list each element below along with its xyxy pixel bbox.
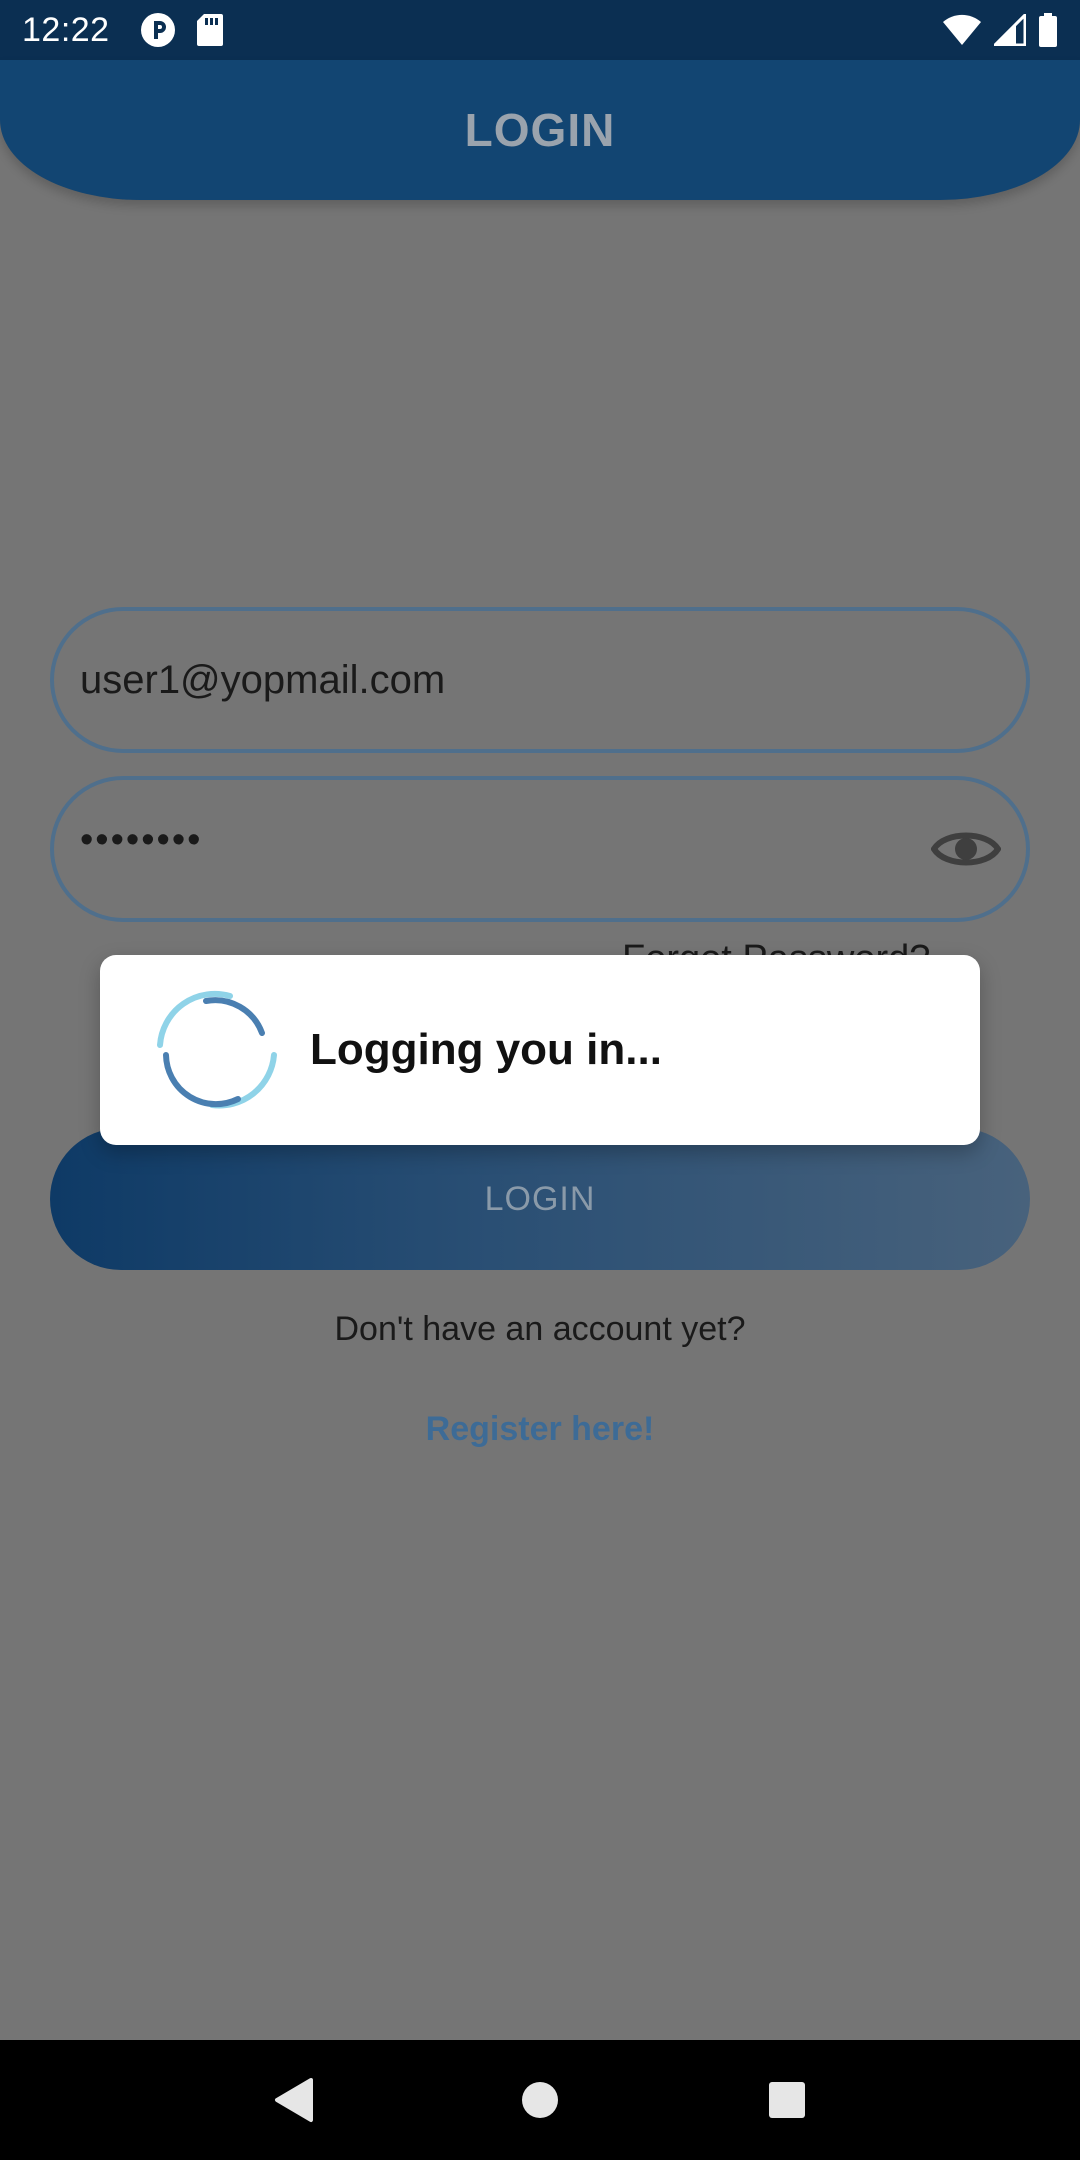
pocket-app-icon	[140, 12, 176, 48]
back-button[interactable]	[253, 2060, 333, 2140]
loading-dialog: Logging you in...	[100, 955, 980, 1145]
no-account-text: Don't have an account yet?	[334, 1310, 746, 1348]
status-time: 12:22	[22, 10, 110, 49]
register-link[interactable]: Register here!	[0, 1410, 1080, 1449]
back-icon	[275, 2078, 314, 2122]
home-icon	[521, 2082, 558, 2118]
recents-button[interactable]	[747, 2060, 827, 2140]
status-notification-icons	[140, 12, 224, 48]
app-bar: LOGIN	[0, 60, 1080, 200]
login-button[interactable]: LOGIN	[50, 1128, 1030, 1270]
show-password-button[interactable]	[926, 809, 1006, 889]
signal-icon	[994, 14, 1026, 46]
status-system-icons	[942, 13, 1058, 47]
recents-icon	[768, 2082, 805, 2118]
loading-message: Logging you in...	[310, 1025, 662, 1074]
login-button-label: LOGIN	[484, 1179, 596, 1218]
wifi-icon	[942, 14, 982, 46]
nav-bar	[0, 2040, 1080, 2160]
status-bar: 12:22	[0, 0, 1080, 60]
eye-icon	[931, 832, 1001, 866]
email-input[interactable]	[80, 650, 1000, 710]
home-button[interactable]	[500, 2060, 580, 2140]
email-field[interactable]	[50, 607, 1030, 753]
battery-icon	[1038, 13, 1058, 47]
loading-spinner-icon	[157, 990, 277, 1109]
password-input[interactable]	[80, 810, 926, 870]
password-field[interactable]	[50, 776, 1030, 922]
page-title: LOGIN	[464, 104, 616, 156]
sd-card-icon	[196, 13, 224, 47]
